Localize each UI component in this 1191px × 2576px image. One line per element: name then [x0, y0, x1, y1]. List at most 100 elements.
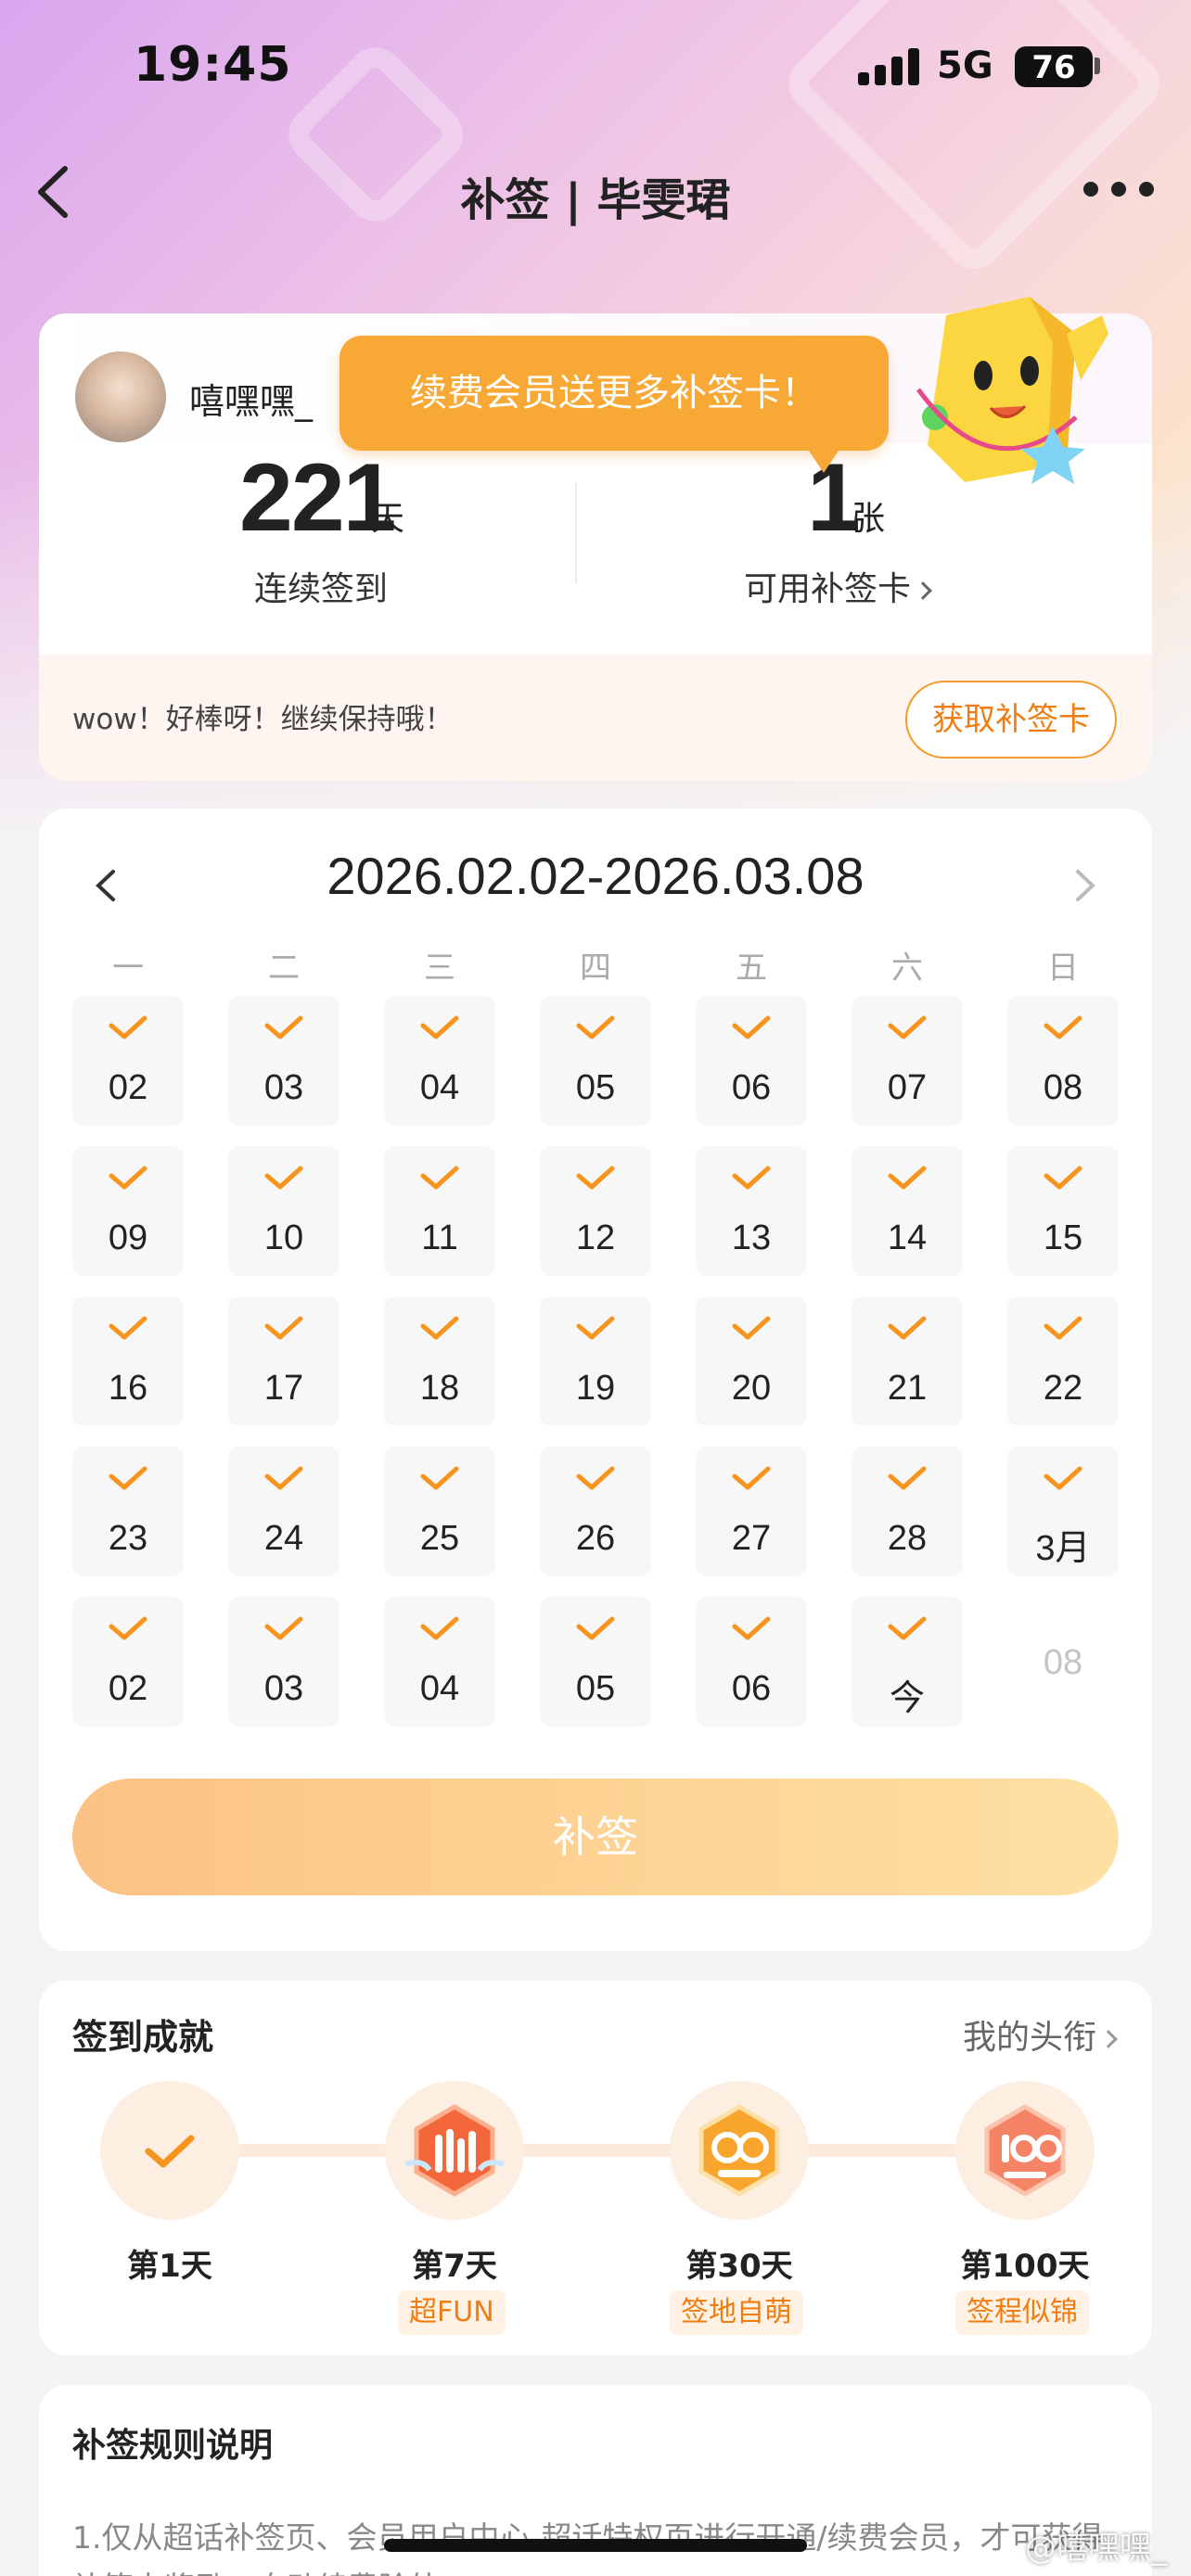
check-icon	[109, 1616, 147, 1640]
calendar-day-label: 今	[889, 1679, 925, 1718]
weekday-label: 四	[580, 950, 611, 987]
calendar-day[interactable]: 18	[384, 1296, 495, 1426]
achievement-tag: 签程似锦	[955, 2290, 1089, 2335]
achievement-badge	[670, 2081, 809, 2220]
achievement-day-label: 第100天	[960, 2248, 1090, 2285]
calendar-day[interactable]: 13	[696, 1146, 807, 1276]
my-titles-link[interactable]: 我的头衔	[962, 2010, 1118, 2059]
calendar-day[interactable]: 02	[72, 1597, 184, 1727]
calendar-day-label: 17	[263, 1369, 304, 1408]
calendar-day[interactable]: 08	[1007, 1597, 1119, 1727]
calendar-day[interactable]: 21	[852, 1296, 963, 1426]
weekday-label: 六	[891, 950, 923, 987]
calendar-day-label: 26	[575, 1519, 616, 1558]
calendar-day[interactable]: 03	[228, 996, 339, 1126]
check-icon	[145, 2135, 195, 2168]
calendar-day-label: 13	[731, 1218, 772, 1257]
check-icon	[109, 1015, 147, 1039]
calendar-day[interactable]: 11	[384, 1146, 495, 1276]
calendar-day-label: 02	[108, 1068, 148, 1107]
home-indicator[interactable]	[384, 2539, 807, 2552]
streak-label: 连续签到	[254, 570, 389, 608]
cards-label: 可用补签卡	[744, 570, 912, 608]
calendar-day[interactable]: 03	[228, 1597, 339, 1727]
check-icon	[264, 1166, 303, 1190]
my-titles-label: 我的头衔	[962, 2019, 1096, 2057]
calendar-day-label: 3月	[1035, 1529, 1091, 1568]
calendar-day[interactable]: 06	[696, 1597, 807, 1727]
check-icon	[888, 1466, 927, 1490]
more-button[interactable]	[1083, 182, 1158, 200]
check-icon	[420, 1015, 459, 1039]
calendar-day[interactable]: 05	[540, 1597, 651, 1727]
calendar-day[interactable]: 15	[1007, 1146, 1119, 1276]
check-icon	[1044, 1166, 1082, 1190]
weekday-label: 一	[112, 950, 144, 987]
calendar-day[interactable]: 06	[696, 996, 807, 1126]
promo-bubble-tail	[805, 445, 842, 473]
calendar-card: 2026.02.02-2026.03.08 一 二 三 四 五 六 日 02 03 04 05 06…	[39, 809, 1152, 1951]
calendar-day[interactable]: 04	[384, 996, 495, 1126]
days-30-badge-icon	[698, 2104, 780, 2197]
calendar-day-label: 23	[108, 1519, 148, 1558]
calendar-day[interactable]: 26	[540, 1447, 651, 1576]
calendar-day-label: 25	[419, 1519, 460, 1558]
achievement-tag: 超FUN	[398, 2290, 506, 2335]
calendar-day[interactable]: 02	[72, 996, 184, 1126]
calendar-day[interactable]: 05	[540, 996, 651, 1126]
calendar-day[interactable]: 10	[228, 1146, 339, 1276]
weekday-label: 五	[736, 950, 767, 987]
check-icon	[109, 1166, 147, 1190]
calendar-day[interactable]: 07	[852, 996, 963, 1126]
available-cards-link[interactable]: 可用补签卡	[744, 562, 932, 610]
check-icon	[732, 1616, 771, 1640]
check-icon	[420, 1616, 459, 1640]
calendar-day[interactable]: 3月	[1007, 1447, 1119, 1576]
check-icon	[264, 1616, 303, 1640]
achievement-day-label: 第7天	[412, 2248, 497, 2285]
battery-tip	[1095, 57, 1100, 74]
calendar-day[interactable]: 12	[540, 1146, 651, 1276]
avatar[interactable]	[72, 349, 169, 445]
calendar-day-label: 15	[1043, 1218, 1083, 1257]
check-icon	[732, 1466, 771, 1490]
calendar-day-label: 22	[1043, 1369, 1083, 1408]
calendar-day[interactable]: 23	[72, 1447, 184, 1576]
calendar-day[interactable]: 20	[696, 1296, 807, 1426]
battery-icon: 76	[1015, 46, 1093, 87]
calendar-day[interactable]: 16	[72, 1296, 184, 1426]
check-icon	[576, 1316, 615, 1340]
check-icon	[420, 1166, 459, 1190]
makeup-sign-button[interactable]: 补签	[72, 1779, 1119, 1895]
calendar-day[interactable]: 19	[540, 1296, 651, 1426]
stats-divider	[575, 482, 577, 584]
check-icon	[888, 1316, 927, 1340]
calendar-day[interactable]: 25	[384, 1447, 495, 1576]
get-card-button[interactable]: 获取补签卡	[905, 681, 1117, 759]
promo-bubble[interactable]: 续费会员送更多补签卡！	[339, 336, 889, 451]
achievement-day-label: 第30天	[685, 2248, 793, 2285]
check-icon	[732, 1015, 771, 1039]
calendar-day[interactable]: 09	[72, 1146, 184, 1276]
next-period-button[interactable]	[1067, 862, 1104, 909]
calendar-day[interactable]: 28	[852, 1447, 963, 1576]
check-icon	[1044, 1466, 1082, 1490]
calendar-day[interactable]: 14	[852, 1146, 963, 1276]
calendar-day-label: 20	[731, 1369, 772, 1408]
check-icon	[576, 1166, 615, 1190]
calendar-day[interactable]: 08	[1007, 996, 1119, 1126]
calendar-day-label: 05	[575, 1669, 616, 1708]
calendar-day[interactable]: 今	[852, 1597, 963, 1727]
tip-row: wow！好棒呀！继续保持哦！ 获取补签卡	[39, 655, 1152, 781]
calendar-day[interactable]: 04	[384, 1597, 495, 1727]
weekday-label: 三	[424, 950, 455, 987]
check-icon	[1044, 1015, 1082, 1039]
calendar-day[interactable]: 17	[228, 1296, 339, 1426]
calendar-day[interactable]: 27	[696, 1447, 807, 1576]
calendar-day-label: 04	[419, 1068, 460, 1107]
calendar-day[interactable]: 24	[228, 1447, 339, 1576]
days-100-badge-icon	[984, 2104, 1066, 2197]
check-icon	[1044, 1316, 1082, 1340]
calendar-day[interactable]: 22	[1007, 1296, 1119, 1426]
status-time: 19:45	[134, 37, 292, 93]
